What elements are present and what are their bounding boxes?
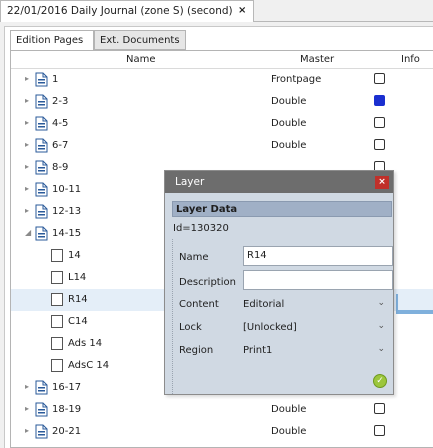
- chevron-down-icon: ⌄: [377, 321, 385, 331]
- row-name: L14: [68, 272, 87, 283]
- tab-strip-border: [254, 21, 433, 22]
- region-select[interactable]: Print1 ⌄: [243, 344, 393, 356]
- table-row[interactable]: ▸ 1 Frontpage: [11, 69, 433, 91]
- page-icon: [35, 380, 48, 395]
- description-field[interactable]: [243, 270, 393, 290]
- expand-icon[interactable]: ▸: [25, 96, 29, 105]
- description-label: Description: [179, 277, 236, 288]
- row-name: 20-21: [52, 426, 82, 437]
- row-name: 16-17: [52, 382, 82, 393]
- row-name: Ads 14: [68, 338, 103, 349]
- name-field[interactable]: R14: [243, 246, 393, 266]
- column-header-master[interactable]: Master: [300, 54, 334, 65]
- content-select-value: Editorial: [243, 299, 285, 310]
- chevron-down-icon: ⌄: [377, 298, 385, 308]
- layer-icon: [51, 359, 63, 372]
- content-label: Content: [179, 299, 219, 310]
- expand-icon[interactable]: ▸: [25, 140, 29, 149]
- name-label: Name: [179, 252, 209, 263]
- row-name: AdsC 14: [68, 360, 110, 371]
- row-master: Double: [271, 96, 307, 107]
- page-icon: [35, 182, 48, 197]
- chevron-down-icon: ⌄: [377, 344, 385, 354]
- row-name: 4-5: [52, 118, 69, 129]
- row-master: Frontpage: [271, 74, 322, 85]
- document-tab[interactable]: 22/01/2016 Daily Journal (zone S) (secon…: [0, 0, 254, 22]
- dialog-close-icon[interactable]: ×: [375, 176, 389, 189]
- drop-indicator-line: [396, 310, 433, 314]
- page-icon: [35, 94, 48, 109]
- expand-icon[interactable]: ▸: [25, 382, 29, 391]
- row-name: 10-11: [52, 184, 82, 195]
- page-icon: [35, 402, 48, 417]
- row-master: Double: [271, 404, 307, 415]
- layer-dialog: Layer × Layer Data Id=130320 Name R14 De…: [164, 170, 394, 395]
- table-row[interactable]: ▸ 2-3 Double: [11, 91, 433, 113]
- row-master: Double: [271, 118, 307, 129]
- tab-ext-documents[interactable]: Ext. Documents: [94, 30, 186, 50]
- table-row[interactable]: ▸ 4-5 Double: [11, 113, 433, 135]
- expand-icon[interactable]: ▸: [25, 118, 29, 127]
- lock-select[interactable]: [Unlocked] ⌄: [243, 321, 393, 333]
- expand-icon[interactable]: ▸: [25, 162, 29, 171]
- column-header-name[interactable]: Name: [126, 54, 156, 65]
- page-icon: [35, 226, 48, 241]
- lock-select-value: [Unlocked]: [243, 322, 297, 333]
- region-label: Region: [179, 345, 214, 356]
- table-row[interactable]: ▸ 6-7 Double: [11, 135, 433, 157]
- row-checkbox[interactable]: [374, 95, 385, 106]
- row-name: R14: [68, 294, 88, 305]
- page-icon: [35, 160, 48, 175]
- expand-icon[interactable]: ▸: [25, 206, 29, 215]
- region-select-value: Print1: [243, 345, 273, 356]
- confirm-check-icon[interactable]: ✓: [373, 374, 387, 388]
- layer-icon: [51, 249, 63, 262]
- expand-icon[interactable]: ▸: [25, 404, 29, 413]
- page-icon: [35, 72, 48, 87]
- row-name: 1: [52, 74, 59, 85]
- row-name: 2-3: [52, 96, 69, 107]
- row-checkbox[interactable]: [374, 425, 385, 436]
- row-checkbox[interactable]: [374, 139, 385, 150]
- row-master: Double: [271, 140, 307, 151]
- expand-icon[interactable]: ▸: [25, 74, 29, 83]
- table-row[interactable]: ▸ 18-19 Double: [11, 399, 433, 421]
- layer-id: Id=130320: [173, 223, 229, 234]
- close-tab-icon[interactable]: ×: [238, 1, 246, 21]
- content-select[interactable]: Editorial ⌄: [243, 298, 393, 310]
- row-name: 18-19: [52, 404, 82, 415]
- layer-data-header[interactable]: Layer Data: [172, 201, 392, 217]
- layer-icon: [51, 293, 63, 306]
- page-icon: [35, 204, 48, 219]
- page-icon: [35, 138, 48, 153]
- lock-label: Lock: [179, 322, 202, 333]
- dialog-title[interactable]: Layer: [165, 171, 393, 193]
- expand-icon[interactable]: ▸: [25, 184, 29, 193]
- column-header-info[interactable]: Info: [401, 54, 420, 65]
- document-tab-title: 22/01/2016 Daily Journal (zone S) (secon…: [7, 5, 233, 17]
- row-name: 6-7: [52, 140, 69, 151]
- expand-icon[interactable]: ▸: [25, 426, 29, 435]
- row-name: C14: [68, 316, 88, 327]
- layer-form: Name R14 Description Content Editorial ⌄…: [172, 239, 393, 394]
- table-row[interactable]: ▸ 20-21 Double: [11, 421, 433, 443]
- row-name: 8-9: [52, 162, 69, 173]
- tab-edition-pages[interactable]: Edition Pages: [10, 30, 94, 51]
- expand-icon[interactable]: ◢: [25, 228, 31, 237]
- row-master: Double: [271, 426, 307, 437]
- page-icon: [35, 424, 48, 439]
- row-name: 14: [68, 250, 81, 261]
- layer-icon: [51, 271, 63, 284]
- layer-icon: [51, 337, 63, 350]
- grid-header: Name Master Info: [11, 51, 433, 69]
- row-checkbox[interactable]: [374, 403, 385, 414]
- row-checkbox[interactable]: [374, 73, 385, 84]
- row-checkbox[interactable]: [374, 117, 385, 128]
- page-icon: [35, 116, 48, 131]
- layer-icon: [51, 315, 63, 328]
- row-name: 12-13: [52, 206, 82, 217]
- row-name: 14-15: [52, 228, 82, 239]
